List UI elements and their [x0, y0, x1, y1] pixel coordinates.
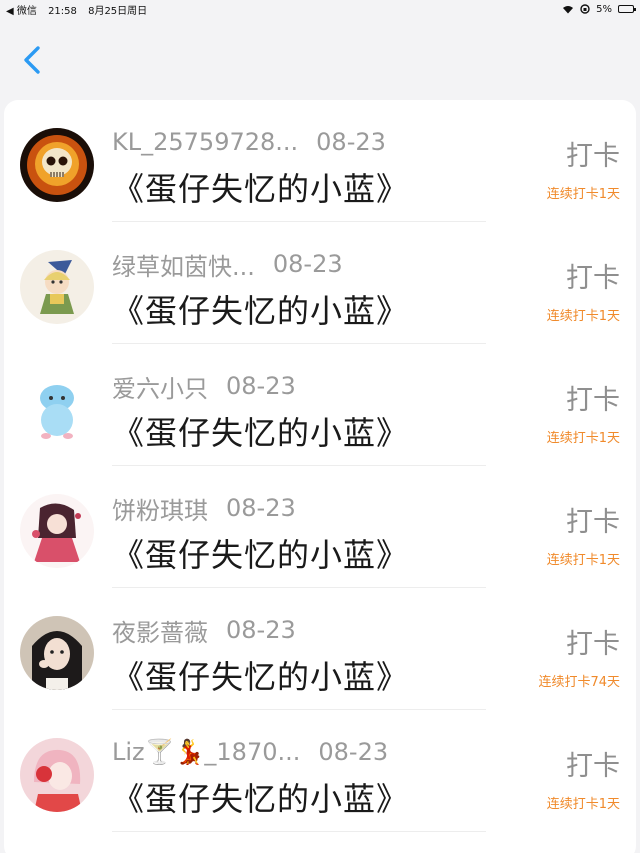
streak-label: 连续打卡1天	[546, 431, 620, 446]
checkin-group: 打卡 连续打卡1天	[547, 378, 620, 446]
post-date: 08-23	[316, 128, 386, 156]
checkin-button[interactable]: 打卡	[547, 134, 620, 173]
checkin-group: 打卡 连续打卡74天	[538, 622, 620, 690]
item-meta: 饼粉琪琪 08-23	[112, 491, 296, 526]
blue-bunny-avatar[interactable]	[20, 372, 94, 446]
item-meta: 绿草如茵快... 08-23	[112, 247, 343, 282]
checkin-group: 打卡 连续打卡1天	[547, 500, 620, 568]
status-time: 21:58	[48, 5, 77, 17]
photo-girl-avatar[interactable]	[20, 616, 94, 690]
post-date: 08-23	[318, 738, 389, 766]
user-name[interactable]: KL_25759728...	[112, 128, 298, 156]
list-item[interactable]: 夜影蔷薇 08-23 《蛋仔失忆的小蓝》 打卡 连续打卡74天	[4, 588, 636, 710]
streak-label: 连续打卡1天	[546, 797, 620, 812]
book-title[interactable]: 《蛋仔失忆的小蓝》	[112, 530, 409, 576]
list-item[interactable]: KL_25759728... 08-23 《蛋仔失忆的小蓝》 打卡 连续打卡1天	[4, 100, 636, 222]
battery-percent: 5%	[596, 3, 612, 15]
book-title[interactable]: 《蛋仔失忆的小蓝》	[112, 164, 409, 210]
wifi-icon	[563, 5, 574, 13]
streak-label: 连续打卡1天	[546, 309, 620, 324]
item-meta: Liz🍸💃_1870... 08-23	[112, 736, 388, 768]
skull-avatar[interactable]	[20, 128, 94, 202]
user-name[interactable]: 绿草如茵快...	[112, 247, 255, 282]
user-name[interactable]: 饼粉琪琪	[112, 491, 208, 526]
item-meta: 夜影蔷薇 08-23	[112, 613, 296, 648]
pink-hair-avatar[interactable]	[20, 738, 94, 812]
checkin-list: KL_25759728... 08-23 《蛋仔失忆的小蓝》 打卡 连续打卡1天…	[4, 100, 636, 853]
divider	[112, 831, 486, 832]
status-date: 8月25日周日	[88, 5, 148, 17]
checkin-group: 打卡 连续打卡1天	[547, 134, 620, 202]
list-item[interactable]: 绿草如茵快... 08-23 《蛋仔失忆的小蓝》 打卡 连续打卡1天	[4, 222, 636, 344]
status-right: 5%	[562, 3, 636, 15]
streak-label: 连续打卡74天	[538, 675, 620, 690]
status-left: ◀ 微信 21:58 8月25日周日	[6, 2, 155, 17]
checkin-button[interactable]: 打卡	[547, 256, 620, 295]
wizard-avatar[interactable]	[20, 250, 94, 324]
list-item[interactable]: Liz🍸💃_1870... 08-23 《蛋仔失忆的小蓝》 打卡 连续打卡1天	[4, 710, 636, 832]
book-title[interactable]: 《蛋仔失忆的小蓝》	[112, 774, 409, 820]
list-item[interactable]: 饼粉琪琪 08-23 《蛋仔失忆的小蓝》 打卡 连续打卡1天	[4, 466, 636, 588]
chevron-left-icon	[24, 46, 40, 74]
lock-rotation-icon	[580, 4, 590, 14]
checkin-button[interactable]: 打卡	[547, 378, 620, 417]
post-date: 08-23	[226, 616, 296, 644]
navigation-bar	[0, 18, 640, 98]
checkin-button[interactable]: 打卡	[547, 500, 620, 539]
item-meta: 爱六小只 08-23	[112, 369, 296, 404]
back-button[interactable]	[18, 40, 48, 80]
post-date: 08-23	[226, 372, 296, 400]
user-name[interactable]: 爱六小只	[112, 369, 208, 404]
book-title[interactable]: 《蛋仔失忆的小蓝》	[112, 408, 409, 454]
checkin-button[interactable]: 打卡	[547, 744, 620, 783]
post-date: 08-23	[226, 494, 296, 522]
battery-icon	[618, 5, 636, 13]
checkin-group: 打卡 连续打卡1天	[547, 256, 620, 324]
streak-label: 连续打卡1天	[546, 553, 620, 568]
post-date: 08-23	[272, 250, 343, 278]
anime-girl-avatar[interactable]	[20, 494, 94, 568]
carrier-label: ◀ 微信	[6, 5, 37, 17]
list-item[interactable]: 爱六小只 08-23 《蛋仔失忆的小蓝》 打卡 连续打卡1天	[4, 344, 636, 466]
status-bar: ◀ 微信 21:58 8月25日周日 5%	[0, 0, 640, 18]
user-name[interactable]: Liz🍸💃_1870...	[112, 738, 300, 766]
item-meta: KL_25759728... 08-23	[112, 126, 386, 158]
streak-label: 连续打卡1天	[546, 187, 620, 202]
user-name[interactable]: 夜影蔷薇	[112, 613, 208, 648]
checkin-button[interactable]: 打卡	[538, 622, 620, 661]
book-title[interactable]: 《蛋仔失忆的小蓝》	[112, 286, 409, 332]
book-title[interactable]: 《蛋仔失忆的小蓝》	[112, 652, 409, 698]
checkin-group: 打卡 连续打卡1天	[547, 744, 620, 812]
